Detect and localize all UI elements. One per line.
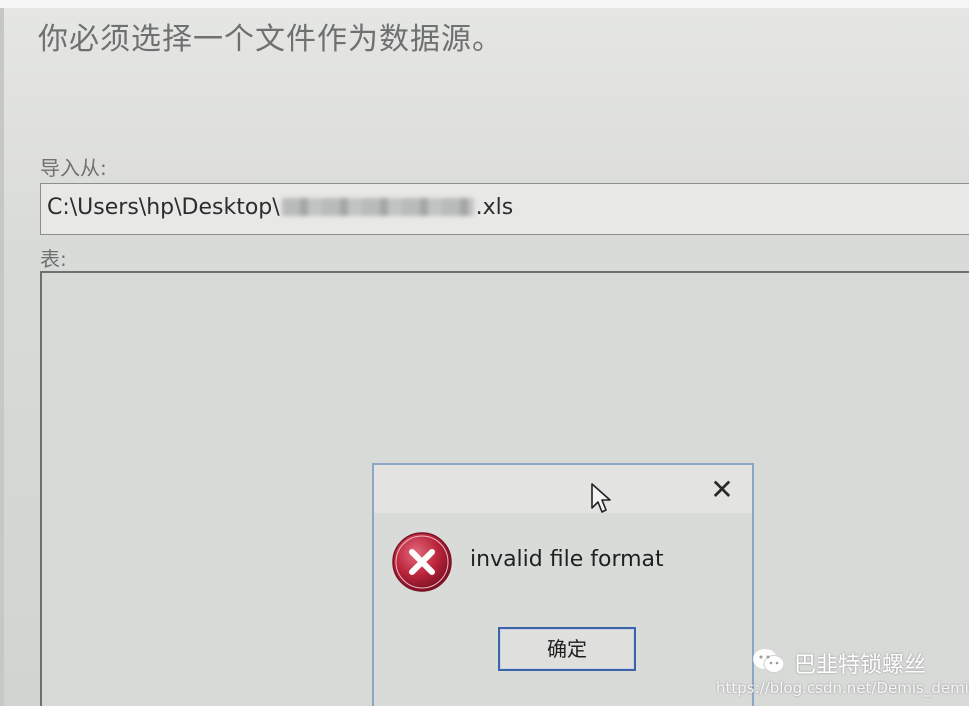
close-icon[interactable]: ✕ xyxy=(707,475,737,505)
file-path-text: C:\Users\hp\Desktop\ .xls xyxy=(47,195,513,220)
error-message: invalid file format xyxy=(470,547,664,572)
redacted-filename xyxy=(281,198,474,216)
file-path-field[interactable]: C:\Users\hp\Desktop\ .xls xyxy=(40,183,969,235)
import-from-label: 导入从: xyxy=(40,156,107,180)
watermark-url: https://blog.csdn.net/Demis_demis xyxy=(716,679,969,697)
error-icon xyxy=(391,531,453,593)
watermark: 巴韭特锁螺丝 xyxy=(752,647,926,679)
table-label: 表: xyxy=(40,247,67,271)
file-path-prefix: C:\Users\hp\Desktop\ xyxy=(47,195,280,220)
top-strip xyxy=(0,0,969,8)
dialog-title-bar xyxy=(374,465,752,513)
watermark-name: 巴韭特锁螺丝 xyxy=(794,653,927,678)
ok-button[interactable]: 确定 xyxy=(498,627,636,671)
wechat-icon xyxy=(752,647,786,679)
page-heading: 你必须选择一个文件作为数据源。 xyxy=(38,22,503,57)
mouse-cursor-icon xyxy=(590,482,612,518)
error-dialog: ✕ invalid file format 确定 xyxy=(372,463,754,706)
import-screen: 你必须选择一个文件作为数据源。 导入从: C:\Users\hp\Desktop… xyxy=(0,0,969,706)
window-left-edge xyxy=(0,8,4,706)
file-path-extension: .xls xyxy=(475,195,514,220)
